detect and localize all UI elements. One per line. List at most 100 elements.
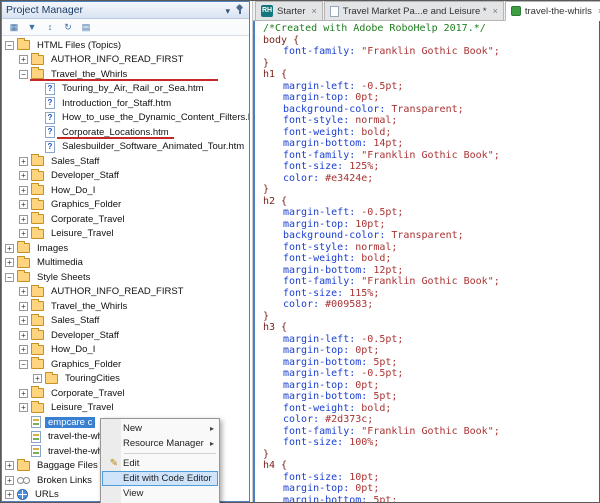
tree-item-salesbuilder-software-animated-tour-htm[interactable]: ?Salesbuilder_Software_Animated_Tour.htm <box>2 140 249 155</box>
code-token: -0.5pt; <box>355 368 403 379</box>
htm-file-icon: ? <box>45 141 55 153</box>
folder-icon <box>17 258 30 268</box>
properties-icon[interactable]: ▤ <box>79 21 93 34</box>
tree-item-label: Broken Links <box>34 475 95 486</box>
tree-item-touring-by-air-rail-or-sea-htm[interactable]: ?Touring_by_Air,_Rail_or_Sea.htm <box>2 82 249 97</box>
expand-box-icon[interactable]: + <box>19 345 28 354</box>
tree-item-graphics-folder[interactable]: +Graphics_Folder <box>2 198 249 213</box>
tree-item-how-do-i[interactable]: + How_Do_I <box>2 183 249 198</box>
robohelp-window: Project Manager ▾ ▦ ▼ ↕ ↻ ▤ −HTML Files (Top… <box>0 0 600 503</box>
menu-item-new[interactable]: New▸ <box>102 421 218 436</box>
expand-box-icon[interactable]: + <box>5 258 14 267</box>
tree-item-introduction-for-staff-htm[interactable]: ?Introduction_for_Staff.htm <box>2 96 249 111</box>
chevron-down-icon[interactable]: ▾ <box>225 6 230 16</box>
tree-item-multimedia[interactable]: +Multimedia <box>2 256 249 271</box>
expand-box-icon[interactable]: + <box>19 171 28 180</box>
expand-box-icon[interactable]: + <box>19 215 28 224</box>
code-token: font-family: <box>283 150 355 161</box>
stylesheets-folder-icon <box>17 272 30 282</box>
tree-item-author-info-read-first[interactable]: +AUTHOR_INFO_READ_FIRST <box>2 285 249 300</box>
code-line: font-weight: bold; <box>255 127 599 139</box>
editor-tab-travel-market[interactable]: Travel Market Pa...e and Leisure *× <box>324 1 504 20</box>
code-line: font-family: "Franklin Gothic Book"; <box>255 46 599 58</box>
tree-item-corporate-travel[interactable]: +Corporate_Travel <box>2 212 249 227</box>
code-token: /*Created with Adobe RoboHelp 2017.*/ <box>263 23 486 34</box>
code-token: margin-bottom: <box>283 357 367 368</box>
close-icon[interactable]: × <box>493 6 498 16</box>
expand-box-icon[interactable]: + <box>19 200 28 209</box>
expand-box-icon[interactable]: + <box>19 186 28 195</box>
tree-item-developer-staff[interactable]: +Developer_Staff <box>2 328 249 343</box>
filter-funnel-icon[interactable]: ▼ <box>25 21 39 34</box>
expand-box-icon[interactable]: + <box>19 389 28 398</box>
css-code-editor[interactable]: /*Created with Adobe RoboHelp 2017.*/bod… <box>253 21 599 502</box>
tree-item-travel-the-whirls[interactable]: −Travel_the_Whirls <box>2 67 249 82</box>
menu-item-view[interactable]: View <box>102 486 218 501</box>
tree-item-sales-staff[interactable]: +Sales_Staff <box>2 154 249 169</box>
expand-box-icon[interactable]: + <box>19 55 28 64</box>
code-token: color: <box>283 414 319 425</box>
tree-item-corporate-travel[interactable]: +Corporate_Travel <box>2 386 249 401</box>
editor-tab-starter[interactable]: RHStarter× <box>255 1 323 20</box>
expand-box-icon[interactable]: + <box>19 157 28 166</box>
tree-item-touringcities[interactable]: + TouringCities <box>2 372 249 387</box>
code-line: margin-top: 0pt; <box>255 380 599 392</box>
expand-box-icon[interactable]: + <box>5 476 14 485</box>
tree-item-label: Sales_Staff <box>48 315 102 326</box>
code-line: color: #e3424e; <box>255 173 599 185</box>
expand-box-icon[interactable]: + <box>19 316 28 325</box>
code-line: font-family: "Franklin Gothic Book"; <box>255 150 599 162</box>
refresh-icon[interactable]: ↻ <box>61 21 75 34</box>
collapse-box-icon[interactable]: − <box>19 70 28 79</box>
tree-item-author-info-read-first[interactable]: +AUTHOR_INFO_READ_FIRST <box>2 53 249 68</box>
page-icon <box>330 6 339 17</box>
context-menu: New▸Resource Manager▸ ✎EditEdit with Code… <box>100 418 220 503</box>
folder-icon <box>31 229 44 239</box>
tree-item-images[interactable]: +Images <box>2 241 249 256</box>
code-token: margin-left: <box>283 207 355 218</box>
code-token: 5pt; <box>367 495 397 503</box>
code-token: 0pt; <box>349 380 379 391</box>
tree-item-how-to-use-the-dynamic-content-filters-htm[interactable]: ?How_to_use_the_Dynamic_Content_Filters.… <box>2 111 249 126</box>
menu-item-resource-manager[interactable]: Resource Manager▸ <box>102 436 218 451</box>
expand-box-icon[interactable]: + <box>5 244 14 253</box>
tree-item-how-do-i[interactable]: +How_Do_I <box>2 343 249 358</box>
sort-icon[interactable]: ↕ <box>43 21 57 34</box>
pin-icon[interactable] <box>235 4 245 14</box>
expand-box-icon[interactable]: + <box>19 287 28 296</box>
expand-box-icon[interactable]: + <box>19 403 28 412</box>
expand-box-icon[interactable]: + <box>33 374 42 383</box>
tree-item-corporate-locations-htm[interactable]: ?Corporate_Locations.htm <box>2 125 249 140</box>
tree-item-label: TouringCities <box>62 373 123 384</box>
tree-item-leisure-travel[interactable]: +Leisure_Travel <box>2 401 249 416</box>
menu-item-edit[interactable]: ✎Edit <box>102 456 218 471</box>
panel-title: Project Manager <box>6 4 220 16</box>
code-line: margin-top: 0pt; <box>255 345 599 357</box>
collapse-box-icon[interactable]: − <box>19 360 28 369</box>
tree-item-html-files-topics[interactable]: −HTML Files (Topics) <box>2 38 249 53</box>
menu-item-edit-with-code-editor[interactable]: Edit with Code Editor <box>102 471 218 486</box>
code-token: h2 { <box>263 196 287 207</box>
tree-item-style-sheets[interactable]: −Style Sheets <box>2 270 249 285</box>
expand-box-icon[interactable]: + <box>5 461 14 470</box>
code-token: #009583; <box>319 299 373 310</box>
tree-item-label: How_Do_I <box>48 185 98 196</box>
expand-box-icon[interactable]: + <box>5 490 14 499</box>
tree-item-travel-the-whirls[interactable]: +Travel_the_Whirls <box>2 299 249 314</box>
tree-item-leisure-travel[interactable]: +Leisure_Travel <box>2 227 249 242</box>
expand-box-icon[interactable]: + <box>19 229 28 238</box>
close-icon[interactable]: × <box>312 6 317 16</box>
expand-box-icon[interactable]: + <box>19 331 28 340</box>
code-token: 0pt; <box>349 483 379 494</box>
collapse-box-icon[interactable]: − <box>5 41 14 50</box>
code-line: margin-bottom: 5pt; <box>255 357 599 369</box>
editor-tab-travel-the-whirls[interactable]: travel-the-whirls× <box>505 1 600 21</box>
tree-item-label: Baggage Files <box>34 460 101 471</box>
tree-item-sales-staff[interactable]: + Sales_Staff <box>2 314 249 329</box>
collapse-box-icon[interactable]: − <box>5 273 14 282</box>
new-item-icon[interactable]: ▦ <box>7 21 21 34</box>
tree-item-graphics-folder[interactable]: −Graphics_Folder <box>2 357 249 372</box>
code-line: background-color: Transparent; <box>255 230 599 242</box>
expand-box-icon[interactable]: + <box>19 302 28 311</box>
tree-item-developer-staff[interactable]: +Developer_Staff <box>2 169 249 184</box>
